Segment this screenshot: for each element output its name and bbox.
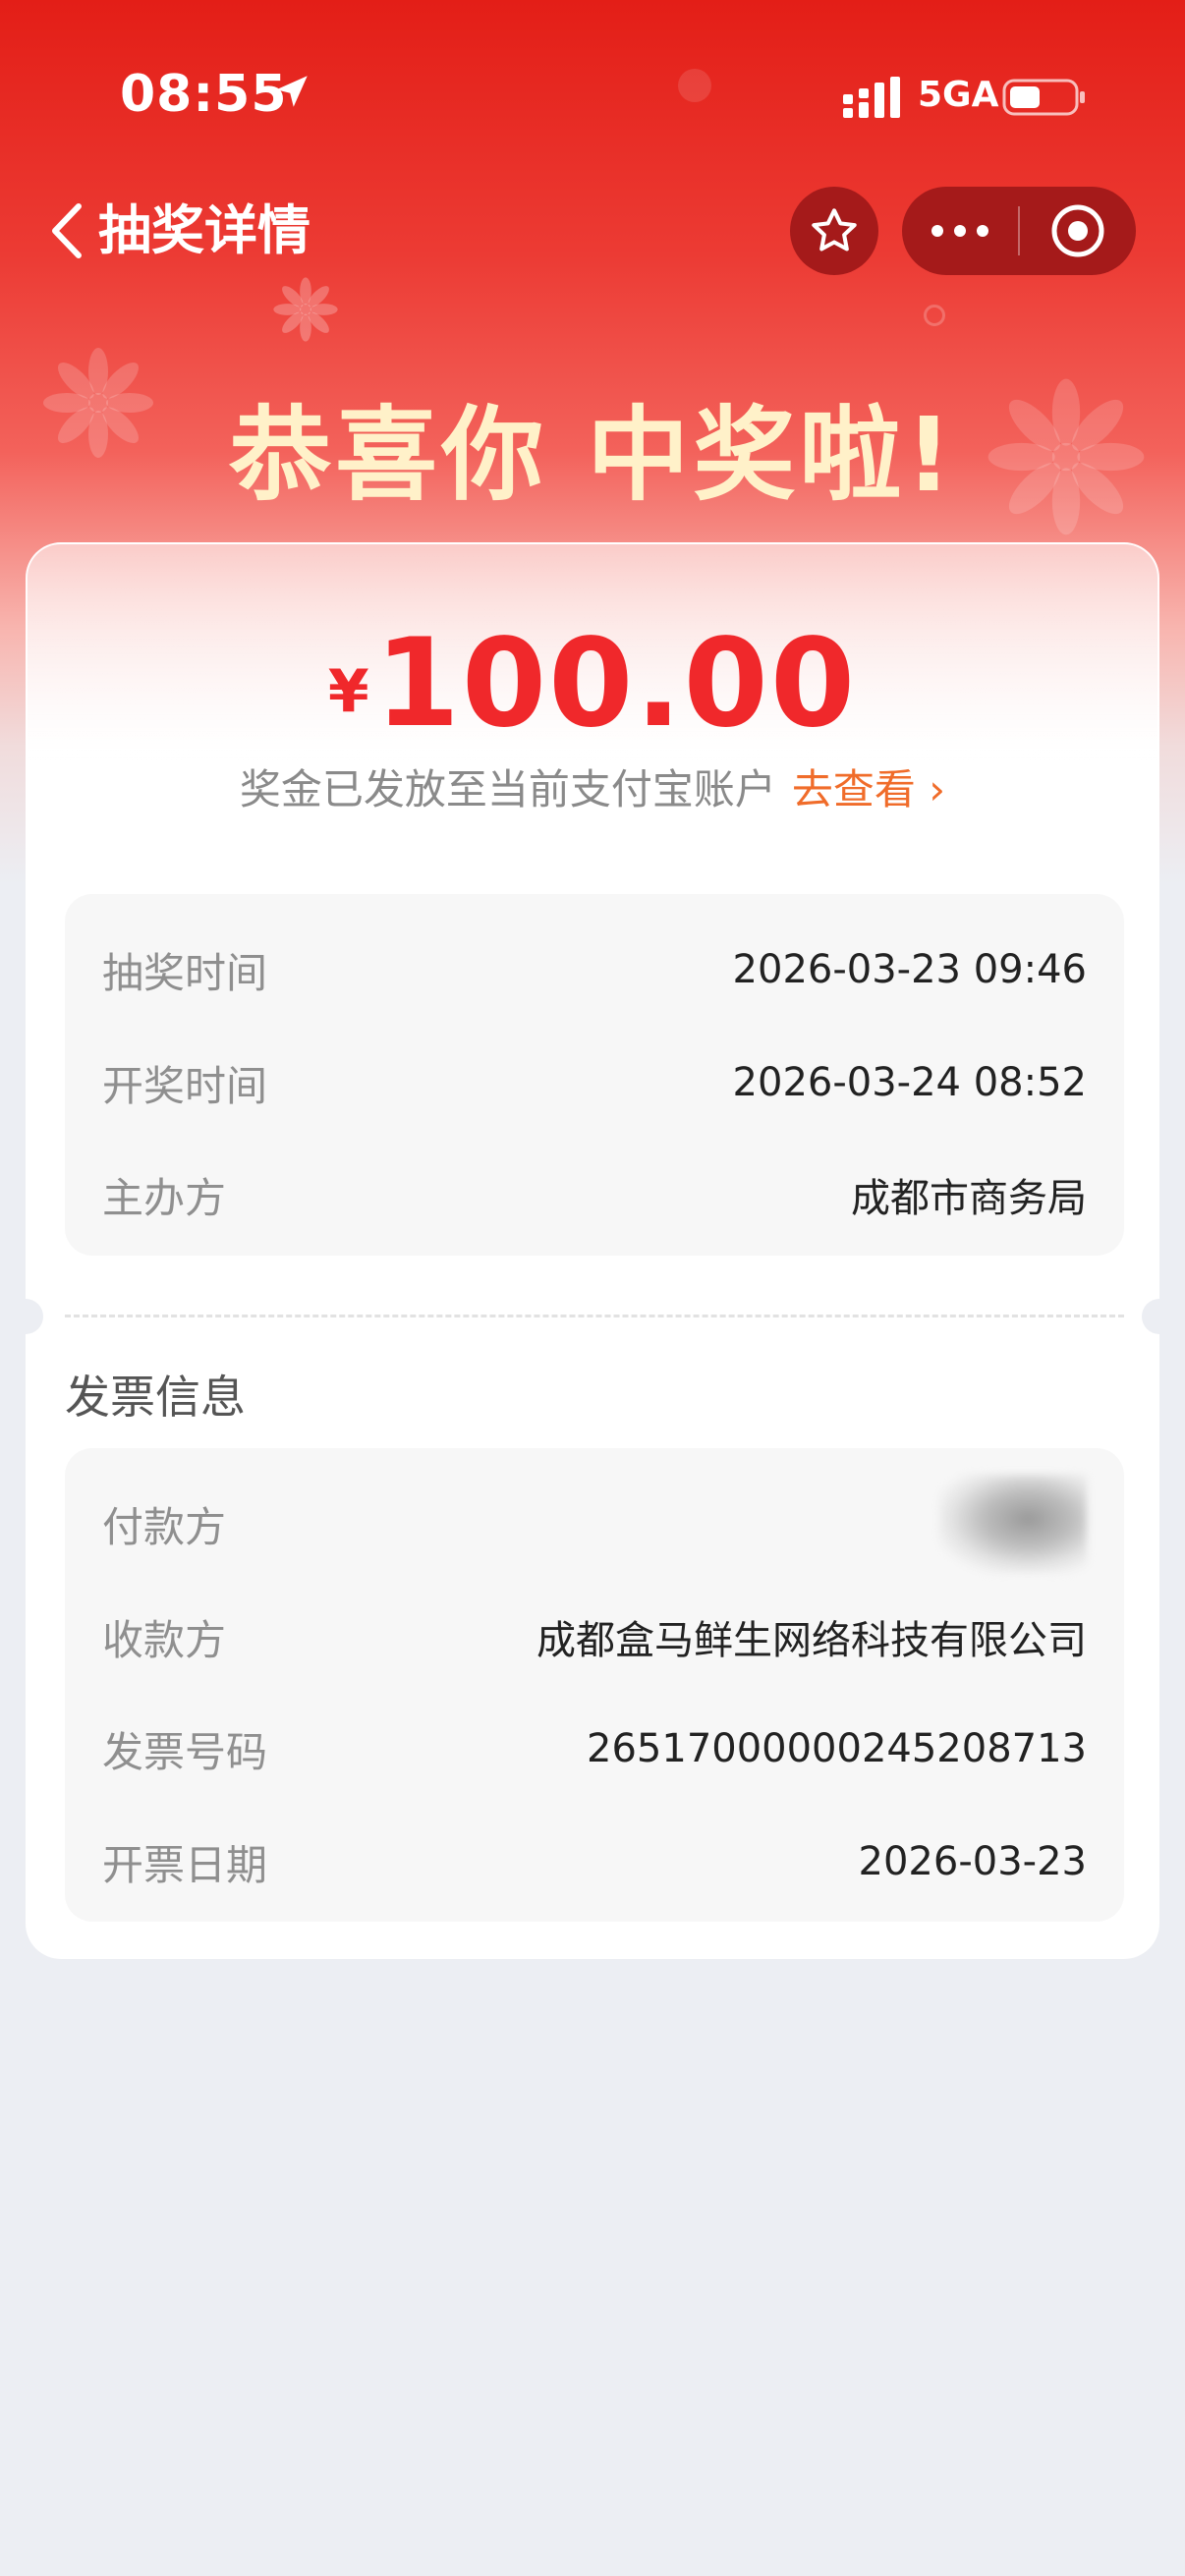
info-value: 2026-03-23	[858, 1839, 1087, 1884]
view-account-link[interactable]: 去查看 ›	[792, 765, 945, 813]
more-dots-icon	[931, 225, 988, 237]
info-label: 开票日期	[102, 1840, 268, 1889]
star-icon	[812, 208, 857, 252]
ticket-notch-right	[1142, 1299, 1177, 1334]
invoice-row-payee: 收款方 成都盒马鲜生网络科技有限公司	[102, 1602, 1087, 1671]
currency-symbol: ¥	[327, 657, 369, 726]
page-title: 抽奖详情	[98, 199, 310, 261]
status-time: 08:55	[120, 65, 288, 124]
prize-card: ¥100.00 奖金已发放至当前支付宝账户 去查看 › 抽奖时间 2026-03-…	[8, 542, 1177, 1959]
info-value: 2026-03-24 08:52	[732, 1060, 1087, 1105]
flower-decoration-icon	[271, 275, 340, 344]
ticket-notch-left	[8, 1299, 43, 1334]
info-row-organizer: 主办方 成都市商务局	[102, 1160, 1087, 1229]
more-button[interactable]	[902, 187, 1018, 275]
back-chevron-icon[interactable]	[43, 196, 92, 265]
info-row-open-time: 开奖时间 2026-03-24 08:52	[102, 1048, 1087, 1117]
prize-amount: ¥100.00	[28, 613, 1157, 755]
info-value: 成都市商务局	[851, 1176, 1087, 1221]
signal-icon	[843, 77, 900, 118]
invoice-section-title: 发票信息	[65, 1371, 246, 1424]
info-value: 2026-03-23 09:46	[732, 947, 1087, 992]
info-value: 成都盒马鲜生网络科技有限公司	[536, 1618, 1087, 1663]
info-label: 付款方	[102, 1502, 227, 1551]
invoice-row-payer: 付款方	[102, 1475, 1087, 1573]
dashed-divider	[65, 1315, 1124, 1317]
notice-text: 奖金已发放至当前支付宝账户	[239, 765, 776, 813]
battery-icon	[1002, 79, 1085, 116]
congrats-headline: 恭喜你 中奖啦!	[229, 395, 956, 515]
info-label: 发票号码	[102, 1727, 268, 1776]
invoice-info-box: 付款方 收款方 成都盒马鲜生网络科技有限公司 发票号码 265170000002…	[65, 1448, 1124, 1922]
target-close-icon	[1051, 204, 1104, 257]
amount-value: 100.00	[374, 613, 858, 755]
info-label: 抽奖时间	[102, 948, 268, 997]
info-value: 26517000000245208713	[587, 1726, 1087, 1771]
close-button[interactable]	[1020, 187, 1136, 275]
info-row-draw-time: 抽奖时间 2026-03-23 09:46	[102, 935, 1087, 1004]
redacted-payer-value	[939, 1475, 1087, 1573]
location-arrow-icon	[276, 76, 308, 107]
favorite-button[interactable]	[790, 187, 878, 275]
lottery-info-box: 抽奖时间 2026-03-23 09:46 开奖时间 2026-03-24 08…	[65, 894, 1124, 1256]
bubble-decoration-icon	[924, 305, 945, 326]
info-label: 主办方	[102, 1173, 227, 1222]
invoice-row-number: 发票号码 26517000000245208713	[102, 1714, 1087, 1783]
info-label: 收款方	[102, 1615, 227, 1664]
status-bar: 08:55 5GA	[0, 0, 1185, 196]
network-label: 5GA	[918, 75, 999, 115]
prize-notice: 奖金已发放至当前支付宝账户 去查看 ›	[28, 756, 1157, 816]
mini-program-capsule	[902, 187, 1136, 275]
info-label: 开奖时间	[102, 1061, 268, 1110]
invoice-row-date: 开票日期 2026-03-23	[102, 1827, 1087, 1896]
